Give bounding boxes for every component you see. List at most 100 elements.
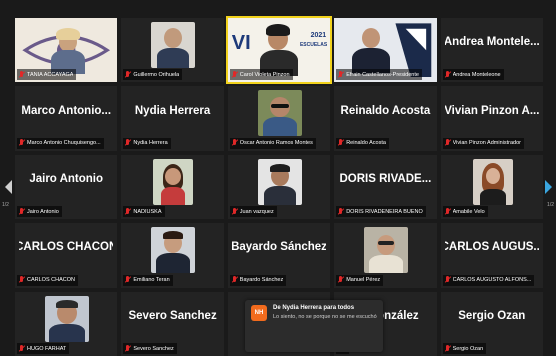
mic-muted-icon (445, 139, 451, 147)
participant-tile[interactable]: Severo Sanchez Severo Sanchez (121, 291, 224, 356)
mic-muted-icon (232, 276, 238, 284)
participant-name-label: Andrea Monteleone (442, 69, 504, 81)
mic-muted-icon (19, 70, 25, 79)
video-call-window: 1/2 1/2 TANIA ACCAYAGA Guillermo Orihuel… (0, 0, 556, 356)
mic-muted-icon (232, 70, 238, 79)
participant-name-label: Guillermo Orihuela (123, 69, 183, 81)
mic-muted-icon (19, 344, 25, 353)
participant-video (472, 158, 513, 205)
mic-muted-icon (445, 70, 451, 79)
participant-tile[interactable]: Efrain Castellanos-Presidente (334, 18, 437, 83)
participant-tile[interactable]: Oscar Antonio Ramos Montes (227, 86, 331, 151)
participant-tile[interactable]: Marco Antonio... Marco Antonio Chuquisen… (15, 86, 118, 151)
chevron-right-icon (544, 180, 552, 194)
banner-letters: VI (231, 32, 251, 54)
mic-muted-icon (338, 207, 344, 216)
participant-tile[interactable]: CARLOS AUGUS... CARLOS AUGUSTO ALFONS... (440, 223, 543, 288)
chat-sender: De Nydia Herrera para todos (273, 305, 355, 311)
chat-body: De Nydia Herrera para todos Lo siento, n… (273, 305, 377, 347)
participant-name-label: CARLOS AUGUSTO ALFONS... (442, 274, 535, 286)
participant-name: CARLOS AUGUS... (444, 241, 539, 254)
mic-muted-icon (338, 139, 344, 147)
banner-year: 2021 (310, 32, 327, 39)
page-indicator-right: 1/2 (547, 202, 554, 208)
mic-muted-icon (232, 207, 238, 216)
participant-tile[interactable]: Vivian Pinzon A... Vivian Pinzon Adminis… (440, 86, 543, 151)
previous-page-button[interactable] (3, 178, 13, 196)
mic-muted-icon (445, 344, 451, 353)
participant-name-label: Nydia Herrera (123, 137, 171, 149)
participant-name-label: TANIA ACCAYAGA (17, 69, 77, 81)
participant-tile[interactable]: Sergio Ozan Sergio Ozan (440, 291, 543, 356)
participant-name: Nydia Herrera (134, 104, 211, 117)
participant-tile[interactable]: Emiliano Teran (121, 223, 224, 288)
participant-name-label: Oscar Antonio Ramos Montes (229, 137, 316, 149)
participant-name-label: Emiliano Teran (123, 274, 173, 286)
participant-tile[interactable]: Juan vazquez (227, 154, 331, 220)
participant-name: Andrea Montele... (444, 36, 539, 49)
participant-name: Vivian Pinzon A... (444, 104, 539, 117)
participant-tile[interactable]: TANIA ACCAYAGA (15, 18, 118, 83)
mic-muted-icon (125, 207, 131, 216)
participant-tile[interactable]: HUGO FARHAT (15, 291, 118, 356)
participant-name: Bayardo Sánchez (231, 241, 327, 254)
mic-muted-icon (19, 276, 25, 284)
mic-muted-icon (125, 70, 131, 79)
participant-name-label: Juan vazquez (229, 206, 277, 218)
participant-name: Severo Sanchez (128, 309, 217, 322)
participant-name-label: CARLOS CHACON (17, 274, 78, 286)
banner-word: ESCUELAS (299, 42, 328, 48)
participant-name: DORIS RIVADE... (339, 172, 432, 185)
participant-name-label: Jairo Antonio (17, 206, 62, 218)
mic-muted-icon (19, 139, 25, 147)
participant-video (151, 227, 196, 274)
chevron-left-icon (4, 180, 12, 194)
participant-tile[interactable]: Jairo Antonio Jairo Antonio (15, 154, 118, 220)
participant-tile[interactable]: Bayardo Sánchez Bayardo Sánchez (227, 223, 331, 288)
participant-tile[interactable]: Manuel Pérez (334, 223, 437, 288)
mic-muted-icon (445, 276, 451, 284)
participant-tile[interactable]: VI 2021 ESCUELAS Carol Violeta Pinzon (225, 15, 333, 85)
participant-video (257, 90, 302, 137)
mic-muted-icon (125, 139, 131, 147)
participant-name: Sergio Ozan (458, 309, 526, 322)
mic-muted-icon (232, 139, 238, 147)
participant-name-label: Efrain Castellanos-Presidente (336, 69, 422, 81)
chat-message: Lo siento, no se porque no se me escuchó (273, 314, 377, 320)
participant-name-label: Marco Antonio Chuquisengo... (17, 137, 104, 149)
participant-video (153, 158, 194, 205)
participant-tile[interactable]: DORIS RIVADE... DORIS RIVADENEIRA BUENO (334, 154, 437, 220)
participant-video (45, 295, 89, 342)
participant-tile[interactable]: CARLOS CHACON CARLOS CHACON (15, 223, 118, 288)
participant-name-label: HUGO FARHAT (17, 343, 70, 354)
participant-name: Marco Antonio... (21, 104, 112, 117)
participant-name-label: Sergio Ozan (442, 343, 487, 354)
mic-muted-icon (338, 276, 344, 284)
mic-muted-icon (125, 344, 131, 353)
mic-muted-icon (125, 276, 131, 284)
participant-tile[interactable]: Reinaldo Acosta Reinaldo Acosta (334, 86, 437, 151)
participant-name: Reinaldo Acosta (340, 104, 431, 117)
participant-tile[interactable]: Amabile Velo (440, 154, 543, 220)
chat-notification[interactable]: NH De Nydia Herrera para todos Lo siento… (245, 300, 383, 352)
participant-name-label: NADIUSKA (123, 206, 165, 218)
participant-name: Jairo Antonio (29, 172, 104, 185)
participant-name-label: Severo Sanchez (123, 343, 177, 354)
page-indicator-left: 1/2 (2, 202, 9, 208)
participant-name-label: Bayardo Sánchez (229, 274, 287, 286)
participant-name-label: Carol Violeta Pinzon (229, 69, 293, 81)
chat-sender-avatar: NH (251, 305, 267, 321)
participant-tile[interactable]: NADIUSKA (121, 154, 224, 220)
participant-name-label: Reinaldo Acosta (336, 137, 389, 149)
participant-tile[interactable]: Andrea Montele... Andrea Monteleone (440, 18, 543, 83)
participant-name-label: DORIS RIVADENEIRA BUENO (336, 206, 426, 218)
participant-name-label: Manuel Pérez (336, 274, 384, 286)
participant-name: CARLOS CHACON (19, 241, 114, 254)
participant-name-label: Amabile Velo (442, 206, 488, 218)
participant-video (151, 22, 196, 68)
participant-tile[interactable]: Guillermo Orihuela (121, 18, 224, 83)
next-page-button[interactable] (543, 178, 553, 196)
mic-muted-icon (338, 70, 344, 79)
participant-video (257, 158, 302, 205)
participant-tile[interactable]: Nydia Herrera Nydia Herrera (121, 86, 224, 151)
